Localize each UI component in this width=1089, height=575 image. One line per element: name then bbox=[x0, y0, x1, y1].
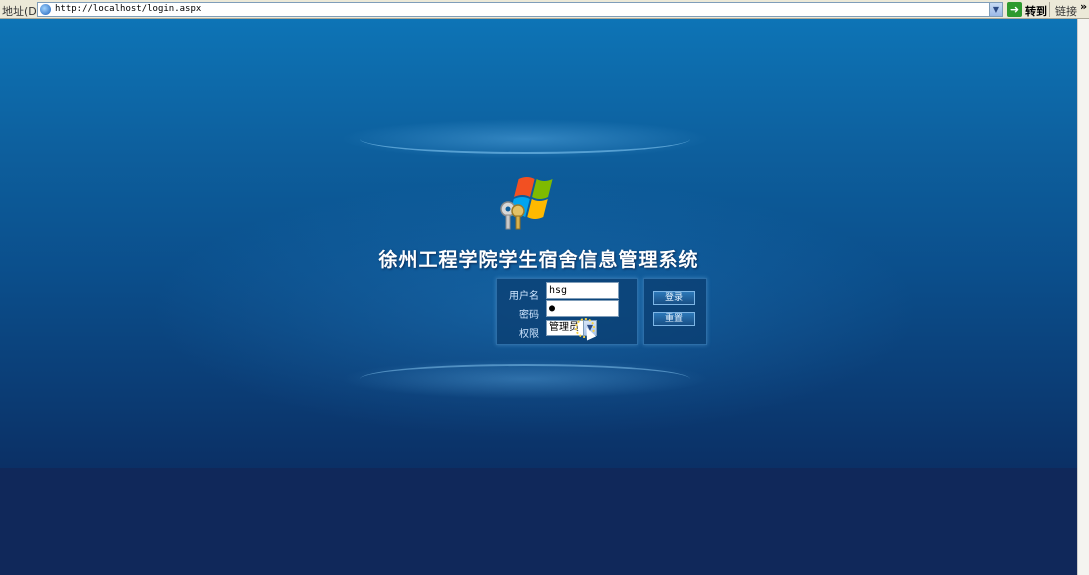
bottom-arc-decoration bbox=[360, 364, 690, 394]
links-button[interactable]: 链接 bbox=[1055, 3, 1077, 19]
login-button[interactable]: 登录 bbox=[653, 291, 695, 305]
address-field[interactable]: http://localhost/login.aspx ▼ bbox=[37, 2, 1003, 17]
button-panel: 登录 重置 bbox=[643, 278, 707, 345]
login-page: 徐州工程学院学生宿舍信息管理系统 用户名 hsg 密码 ● 权限 管理员 ▼ 登… bbox=[0, 19, 1077, 575]
windows-keys-logo-icon bbox=[500, 177, 553, 230]
address-bar: 地址(D) http://localhost/login.aspx ▼ ➜ 转到… bbox=[0, 0, 1089, 19]
username-label: 用户名 bbox=[509, 291, 539, 302]
toolbar-separator bbox=[1049, 2, 1050, 17]
more-chevron-icon[interactable]: » bbox=[1080, 0, 1087, 13]
username-input[interactable]: hsg bbox=[546, 282, 619, 299]
ie-page-icon bbox=[40, 4, 51, 15]
password-label: 密码 bbox=[519, 310, 539, 321]
vertical-scrollbar[interactable] bbox=[1077, 19, 1089, 575]
address-label: 地址(D) bbox=[2, 5, 42, 18]
role-label: 权限 bbox=[519, 329, 539, 340]
go-button[interactable]: 转到 bbox=[1025, 3, 1047, 19]
chevron-down-icon[interactable]: ▼ bbox=[989, 3, 1002, 16]
system-title: 徐州工程学院学生宿舍信息管理系统 bbox=[378, 249, 699, 271]
top-arc-decoration bbox=[360, 124, 690, 154]
reset-button[interactable]: 重置 bbox=[653, 312, 695, 326]
url-text[interactable]: http://localhost/login.aspx bbox=[55, 3, 201, 16]
lower-band bbox=[0, 468, 1077, 575]
login-form-panel: 用户名 hsg 密码 ● 权限 管理员 ▼ bbox=[496, 278, 638, 345]
password-input[interactable]: ● bbox=[546, 300, 619, 317]
go-arrow-icon[interactable]: ➜ bbox=[1007, 2, 1022, 17]
